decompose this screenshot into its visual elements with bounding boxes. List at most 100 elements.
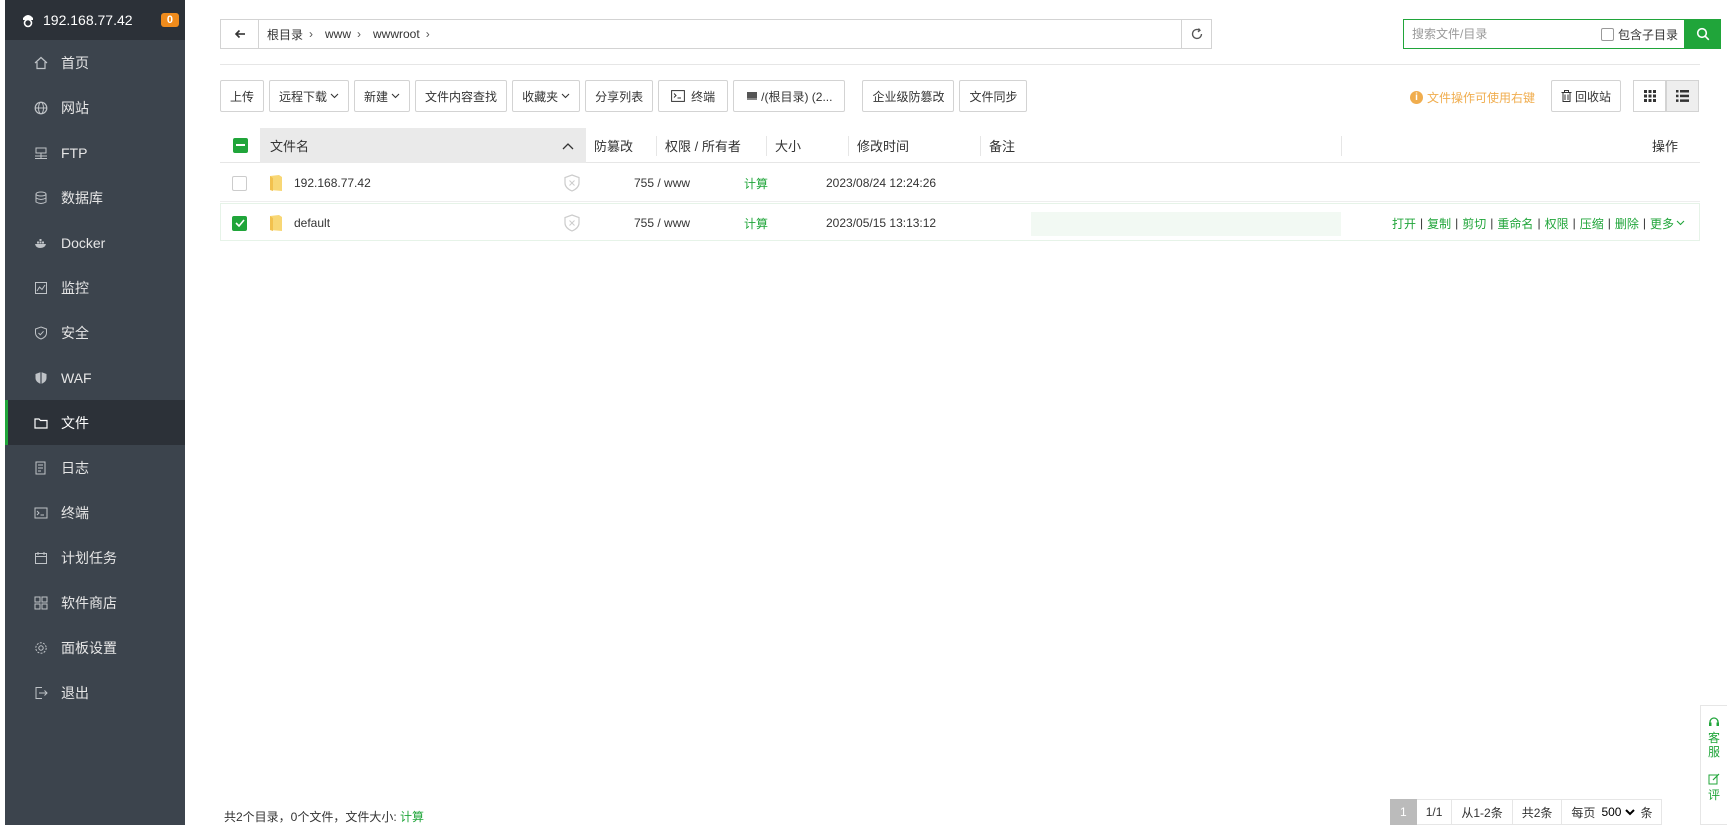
file-name[interactable]: 192.168.77.42 [294,164,371,202]
sidebar-item-database[interactable]: 数据库 [5,175,185,220]
action-separator: | [1607,216,1611,230]
column-name[interactable]: 文件名 [260,127,586,163]
favorites-button[interactable]: 收藏夹 [512,80,581,112]
sidebar-item-settings[interactable]: 面板设置 [5,625,185,670]
sidebar-item-store[interactable]: 软件商店 [5,580,185,625]
recycle-bin-button[interactable]: 回收站 [1551,80,1622,112]
column-name-label: 文件名 [270,138,310,154]
terminal-button[interactable]: 终端 [658,80,729,112]
remote-download-button[interactable]: 远程下载 [269,80,350,112]
tamper-protect-button[interactable]: 企业级防篡改 [862,80,955,112]
row-checkbox[interactable] [232,164,247,202]
indeterminate-checkbox-icon [232,137,248,153]
page-total: 共2条 [1512,799,1563,825]
chevron-down-icon [561,89,570,103]
sidebar-item-label: 计划任务 [61,549,117,566]
page-count: 1/1 [1416,799,1453,825]
context-menu-tip: i 文件操作可使用右键 [1410,89,1535,106]
file-manager: 根目录 › www › wwwroot › 包含子目录 上传 远程下载 新建 文… [185,0,1727,825]
page-size: 每页 500 条 [1562,799,1663,825]
sidebar-item-terminal[interactable]: 终端 [5,490,185,535]
disk-button[interactable]: /(根目录) (2... [733,80,846,112]
file-perm[interactable]: 755 / www [634,204,690,242]
file-size-calc[interactable]: 计算 [744,204,768,242]
action-delete[interactable]: 删除 [1615,215,1639,232]
list-view-button[interactable] [1666,80,1699,112]
note-input[interactable] [1031,212,1341,236]
action-copy[interactable]: 复制 [1427,215,1451,232]
content-search-label: 文件内容查找 [425,89,498,104]
customer-service-float[interactable]: 客 服 评 [1700,705,1727,825]
sidebar-item-label: 退出 [61,684,89,701]
sidebar-item-cron[interactable]: 计划任务 [5,535,185,580]
refresh-icon [1191,28,1202,40]
calc-total-size-link[interactable]: 计算 [400,810,424,824]
sidebar-item-security[interactable]: 安全 [5,310,185,355]
checkbox-box [232,175,247,191]
search-input[interactable] [1404,20,1601,48]
grid-view-button[interactable] [1633,80,1666,112]
file-size-calc[interactable]: 计算 [744,164,768,202]
search-icon [1696,27,1710,41]
tip-text: 文件操作可使用右键 [1427,91,1536,105]
sidebar-item-label: 网站 [61,99,89,116]
logout-icon [33,685,49,701]
breadcrumb-wwwroot[interactable]: wwwroot [373,27,420,41]
page-current[interactable]: 1 [1390,799,1417,825]
database-icon [33,190,49,206]
summary-text: 共2个目录，0个文件，文件大小: [224,810,397,824]
sidebar-item-monitor[interactable]: 监控 [5,265,185,310]
new-button[interactable]: 新建 [354,80,411,112]
column-tamper-label: 防篡改 [594,139,634,154]
refresh-button[interactable] [1181,20,1211,48]
row-checkbox[interactable] [232,204,247,242]
column-mtime[interactable]: 修改时间 [857,128,909,163]
sidebar-item-files[interactable]: 文件 [5,400,185,445]
action-compress[interactable]: 压缩 [1580,215,1604,232]
search-button[interactable] [1685,19,1721,49]
breadcrumb-root[interactable]: 根目录 [267,26,303,43]
sidebar-item-label: 数据库 [61,189,103,206]
file-mtime: 2023/05/15 13:13:12 [826,216,937,230]
service-label: 服 [1707,745,1720,759]
select-all-checkbox[interactable] [220,128,260,163]
message-badge[interactable]: 0 [160,13,179,27]
table-row[interactable]: default 755 / www 计算 2023/05/15 13:13:12… [220,203,1700,241]
back-button[interactable] [221,20,259,48]
sidebar-header[interactable]: 192.168.77.42 0 [5,0,185,40]
file-perm[interactable]: 755 / www [634,164,690,202]
sidebar-item-website[interactable]: 网站 [5,85,185,130]
table-row[interactable]: 192.168.77.42 755 / www 计算 2023/08/24 12… [220,164,1700,202]
per-page-select[interactable]: 500 [1597,804,1639,820]
home-icon [33,55,49,71]
sidebar-item-home[interactable]: 首页 [5,40,185,85]
file-name[interactable]: default [294,204,330,242]
sidebar-item-label: 安全 [61,324,89,341]
column-separator [766,136,767,156]
tamper-status-icon[interactable] [564,204,580,242]
action-cut[interactable]: 剪切 [1462,215,1486,232]
sidebar-item-logout[interactable]: 退出 [5,670,185,715]
action-open[interactable]: 打开 [1392,215,1416,232]
include-subdir-checkbox[interactable]: 包含子目录 [1600,26,1678,43]
upload-button[interactable]: 上传 [220,80,265,112]
tamper-status-icon[interactable] [564,164,580,202]
file-sync-button[interactable]: 文件同步 [959,80,1028,112]
column-separator [980,136,981,156]
sidebar-item-label: WAF [61,369,92,386]
sidebar-item-logs[interactable]: 日志 [5,445,185,490]
breadcrumb-www[interactable]: www [325,27,351,41]
sidebar-item-ftp[interactable]: FTP [5,130,185,175]
sidebar-item-waf[interactable]: WAF [5,355,185,400]
content-search-button[interactable]: 文件内容查找 [415,80,508,112]
column-size[interactable]: 大小 [775,128,801,163]
checkbox-box [1600,27,1614,41]
action-separator: | [1642,216,1646,230]
action-permission[interactable]: 权限 [1545,215,1569,232]
share-list-button[interactable]: 分享列表 [585,80,654,112]
action-rename[interactable]: 重命名 [1497,215,1533,232]
sidebar-item-label: 文件 [61,414,89,431]
action-more[interactable]: 更多 [1650,215,1674,232]
column-perm[interactable]: 权限 / 所有者 [665,128,741,163]
sidebar-item-docker[interactable]: Docker [5,220,185,265]
